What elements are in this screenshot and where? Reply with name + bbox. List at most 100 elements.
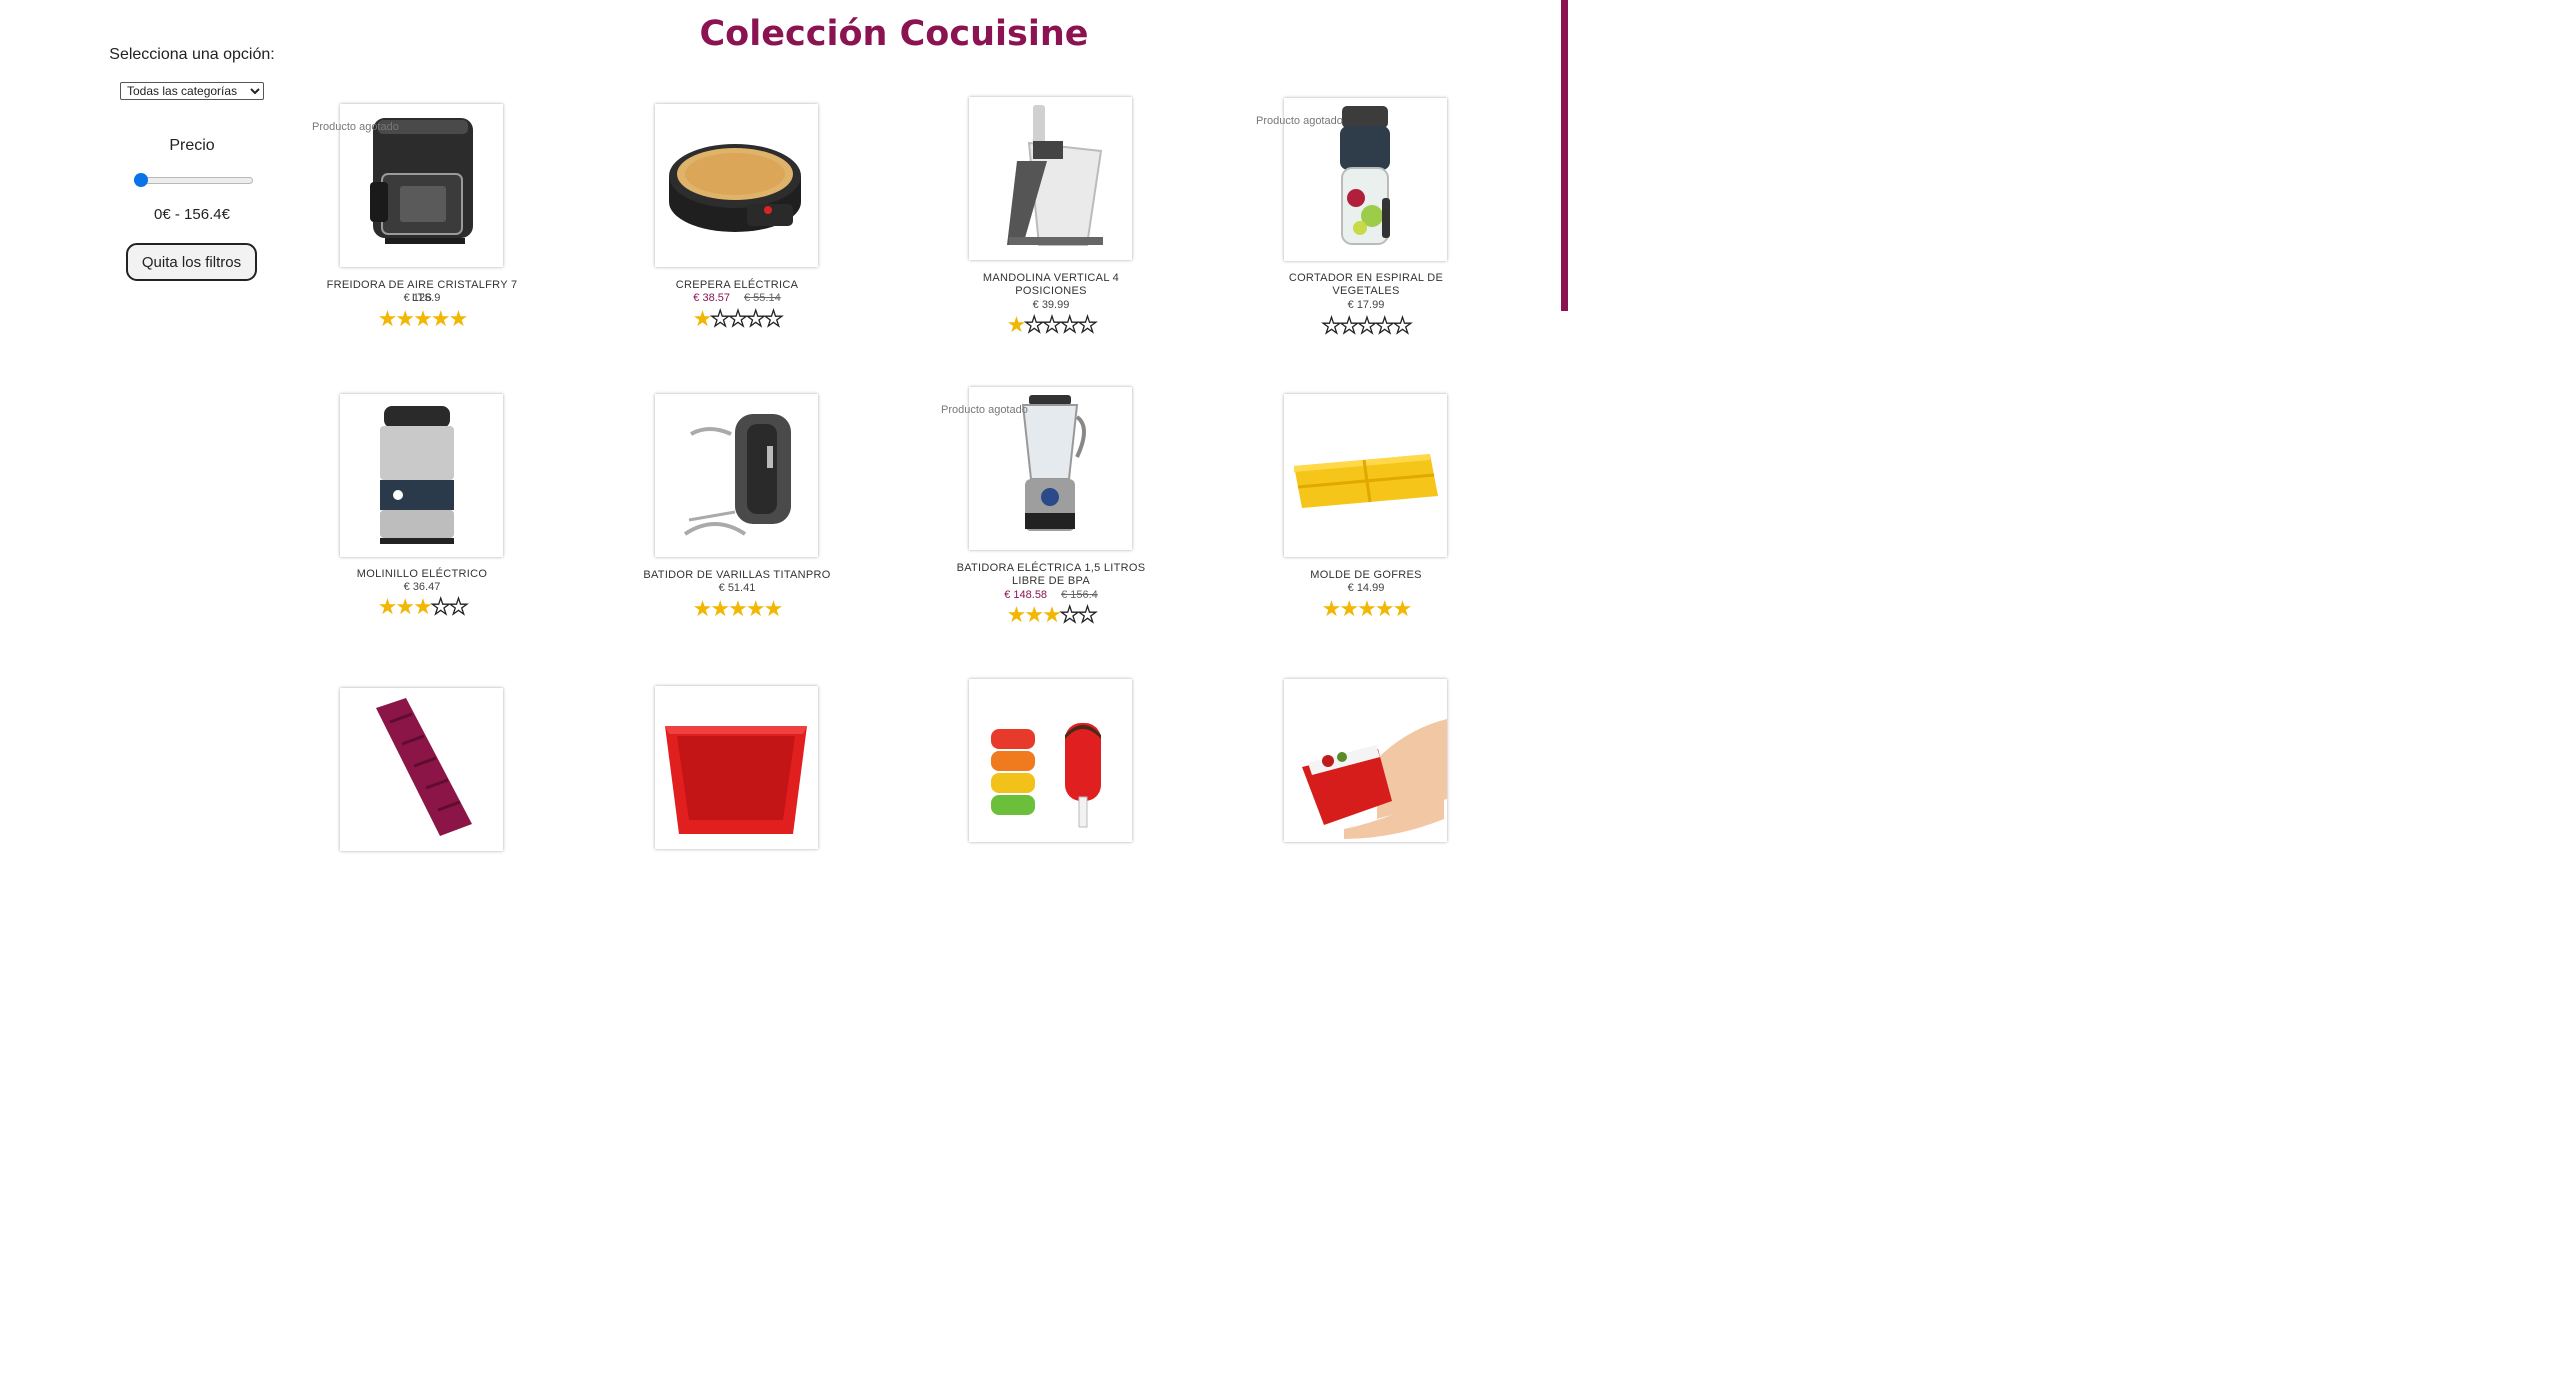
star-empty-icon: ★ — [1024, 313, 1045, 338]
price-value: € 36.47 — [403, 581, 441, 593]
star-filled-icon: ★ — [448, 307, 469, 332]
product-image[interactable] — [969, 97, 1132, 260]
price-value: € 51.41 — [718, 582, 756, 594]
price-value: € 126.9 — [403, 292, 441, 304]
price-value: € 14.99 — [1347, 582, 1385, 594]
product-name[interactable]: CORTADOR EN ESPIRAL DE VEGETALES — [1266, 272, 1466, 298]
star-empty-icon: ★ — [448, 595, 469, 620]
price-slider-thumb[interactable] — [134, 173, 148, 187]
star-empty-icon: ★ — [1374, 314, 1395, 339]
product-image[interactable] — [655, 104, 818, 267]
star-filled-icon: ★ — [1042, 603, 1062, 628]
star-filled-icon: ★ — [377, 307, 398, 332]
product-image[interactable] — [340, 394, 503, 557]
sold-out-label: Producto agotado — [312, 121, 399, 133]
star-filled-icon: ★ — [745, 597, 766, 622]
scroll-accent-bar — [1561, 0, 1568, 311]
crepe-maker-icon — [669, 144, 801, 232]
category-select[interactable]: Todas las categorías — [120, 82, 264, 100]
star-filled-icon: ★ — [1006, 313, 1027, 338]
page-title: Colección Cocuisine — [699, 14, 1089, 54]
star-filled-icon: ★ — [1024, 603, 1044, 628]
product-name[interactable]: CREPERA ELÉCTRICA — [637, 279, 837, 292]
star-empty-icon: ★ — [727, 307, 748, 332]
finger-mold-icon — [376, 698, 472, 836]
star-filled-icon: ★ — [395, 595, 415, 620]
popsicle-mold-icon — [991, 723, 1101, 828]
rating-stars: ★★★★★ — [322, 309, 522, 331]
star-empty-icon: ★ — [1059, 603, 1080, 628]
product-image[interactable] — [655, 686, 818, 849]
star-filled-icon: ★ — [1357, 597, 1377, 622]
product-price: € 39.99 — [951, 299, 1151, 312]
hand-mixer-icon — [683, 414, 791, 536]
star-filled-icon: ★ — [763, 597, 784, 622]
star-filled-icon: ★ — [692, 597, 713, 622]
old-price: € 55.14 — [744, 292, 781, 304]
star-filled-icon: ★ — [395, 307, 415, 332]
category-select-label: Selecciona una opción: — [109, 46, 275, 63]
star-empty-icon: ★ — [1077, 313, 1098, 338]
rating-stars: ★★★★★ — [637, 307, 837, 332]
star-filled-icon: ★ — [1321, 597, 1342, 622]
star-empty-icon: ★ — [1077, 603, 1098, 628]
product-image[interactable] — [340, 688, 503, 851]
product-price: € 14.99 — [1266, 582, 1466, 595]
star-empty-icon: ★ — [745, 307, 766, 332]
star-filled-icon: ★ — [1006, 603, 1027, 628]
product-price: € 36.47 — [322, 581, 522, 594]
product-image[interactable] — [1284, 394, 1447, 557]
grinder-icon — [380, 406, 454, 544]
star-filled-icon: ★ — [413, 595, 433, 620]
star-empty-icon: ★ — [1059, 313, 1080, 338]
rating-stars: ★★★★★ — [1266, 599, 1466, 621]
star-filled-icon: ★ — [377, 595, 398, 620]
star-empty-icon: ★ — [430, 595, 451, 620]
rating-stars: ★★★★★ — [951, 313, 1151, 338]
product-image[interactable] — [655, 394, 818, 557]
rating-stars: ★★★★★ — [637, 599, 837, 621]
sold-out-label: Producto agotado — [1256, 115, 1343, 127]
star-filled-icon: ★ — [1374, 597, 1395, 622]
product-price: € 51.41 — [637, 582, 837, 595]
loaf-pan-icon — [665, 726, 807, 834]
rating-stars: ★★★★★ — [322, 595, 522, 620]
star-filled-icon: ★ — [728, 597, 748, 622]
old-price: € 156.4 — [1061, 589, 1098, 601]
star-filled-icon: ★ — [710, 597, 730, 622]
price-value: € 17.99 — [1347, 299, 1385, 311]
sale-price: € 148.58 — [1004, 589, 1048, 601]
star-empty-icon: ★ — [1041, 313, 1062, 338]
price-slider[interactable] — [134, 173, 253, 187]
product-image[interactable] — [1284, 679, 1447, 842]
star-empty-icon: ★ — [710, 307, 731, 332]
rating-stars: ★★★★★ — [951, 603, 1151, 628]
star-empty-icon: ★ — [763, 307, 784, 332]
reset-filters-button[interactable]: Quita los filtros — [126, 243, 257, 281]
rating-stars: ★★★★★ — [1266, 314, 1466, 339]
product-name[interactable]: MANDOLINA VERTICAL 4 POSICIONES — [951, 272, 1151, 298]
product-name[interactable]: MOLDE DE GOFRES — [1266, 569, 1466, 582]
price-slider-track[interactable] — [134, 177, 253, 184]
price-range-text: 0€ - 156.4€ — [154, 206, 230, 223]
mandoline-icon — [1007, 105, 1103, 246]
star-empty-icon: ★ — [1392, 314, 1413, 339]
product-name[interactable]: MOLINILLO ELÉCTRICO — [322, 568, 522, 581]
sold-out-label: Producto agotado — [941, 404, 1028, 416]
star-empty-icon: ★ — [1356, 314, 1377, 339]
price-label: Precio — [169, 137, 215, 154]
product-price: € 17.99 — [1266, 299, 1466, 312]
star-filled-icon: ★ — [1392, 597, 1413, 622]
steam-case-icon — [1302, 719, 1447, 839]
product-name[interactable]: BATIDORA ELÉCTRICA 1,5 LITROS LIBRE DE B… — [951, 562, 1151, 588]
star-empty-icon: ★ — [1321, 314, 1342, 339]
star-filled-icon: ★ — [692, 307, 713, 332]
star-filled-icon: ★ — [430, 307, 451, 332]
product-name[interactable]: BATIDOR DE VARILLAS TITANPRO — [637, 569, 837, 582]
product-price: € 126.9 — [322, 292, 522, 305]
product-price: € 38.57 € 55.14 — [637, 292, 837, 305]
product-image[interactable] — [969, 679, 1132, 842]
waffle-mold-icon — [1294, 454, 1438, 508]
star-filled-icon: ★ — [413, 307, 433, 332]
star-filled-icon: ★ — [1339, 597, 1359, 622]
